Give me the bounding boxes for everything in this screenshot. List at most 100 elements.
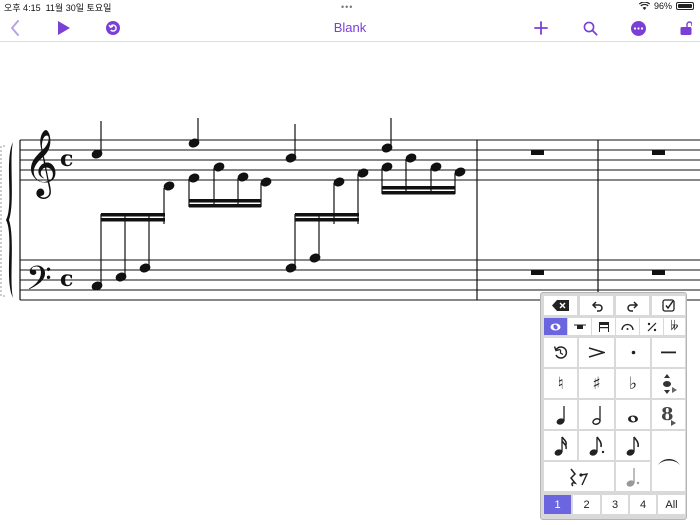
undo-icon: [591, 300, 603, 312]
eighth-note-icon: [626, 436, 639, 456]
search-icon: [583, 21, 597, 35]
plus-icon: [534, 21, 548, 35]
unlock-icon: [680, 21, 692, 35]
note: [163, 181, 175, 191]
tuplet-button[interactable]: 8: [652, 400, 685, 429]
staccato-dot-icon: [631, 350, 635, 355]
tab-measures[interactable]: [592, 318, 615, 335]
treble-clef-icon: 𝄞: [24, 128, 58, 199]
sixteenth-note-button[interactable]: [544, 431, 577, 460]
tab-rests[interactable]: [568, 318, 591, 335]
rest-icon: [573, 324, 586, 329]
dotted-half-button[interactable]: [616, 462, 650, 491]
battery-icon: [676, 2, 694, 10]
selection-bracket: [0, 145, 5, 297]
repeat-last-button[interactable]: [544, 338, 577, 367]
voice-button-4[interactable]: 4: [630, 495, 656, 514]
select-check-icon: [662, 299, 675, 312]
sharp-icon: ♯: [592, 373, 601, 394]
tuplet-icon: 8: [661, 404, 676, 426]
note: [357, 168, 369, 178]
pitch-arrows-icon: [662, 373, 677, 394]
play-icon: [58, 21, 70, 35]
whole-rest: [652, 150, 665, 155]
eighth-note-button[interactable]: [616, 431, 650, 460]
undo-history-button[interactable]: [102, 14, 124, 42]
flat-button[interactable]: ♭: [616, 369, 650, 398]
slash-icon: [647, 322, 656, 331]
tab-accidentals[interactable]: 𝄫: [664, 318, 685, 335]
more-icon: [630, 20, 646, 36]
quarter-note-button[interactable]: [544, 400, 577, 429]
whole-note-button[interactable]: [616, 400, 650, 429]
note: [454, 167, 466, 177]
wifi-icon: [638, 2, 650, 10]
rest-symbols-icon: [569, 468, 589, 487]
quarter-note-icon: [556, 405, 565, 425]
more-button[interactable]: [627, 14, 649, 42]
staccato-button[interactable]: [616, 338, 650, 367]
voice-button-1[interactable]: 1: [544, 495, 571, 514]
voice-button-all[interactable]: All: [658, 495, 685, 514]
rest-combo-button[interactable]: [544, 462, 614, 491]
tenuto-button[interactable]: [652, 338, 685, 367]
whole-note-icon: [628, 415, 638, 422]
battery-percent: 96%: [653, 1, 672, 11]
tenuto-icon: [661, 351, 676, 354]
note: [430, 162, 442, 172]
note: [405, 153, 417, 163]
pitch-updown-button[interactable]: [652, 369, 685, 398]
whole-note-icon: [550, 323, 561, 330]
whole-rest: [531, 150, 544, 155]
redo-button[interactable]: [616, 296, 649, 315]
measure-icon: [598, 321, 609, 332]
double-flat-icon: 𝄫: [670, 319, 679, 334]
half-note-button[interactable]: [579, 400, 614, 429]
note: [333, 177, 345, 187]
rotate-icon: [553, 346, 568, 359]
lock-button[interactable]: [676, 14, 696, 42]
multitasking-dots[interactable]: •••: [341, 2, 353, 12]
undo-circle-icon: [106, 21, 120, 35]
app-window: 오후 4:15 11월 30일 토요일 ••• 96% Blank 𝄞 𝄢 c …: [0, 0, 700, 525]
delete-icon: [551, 300, 569, 311]
tab-articulations[interactable]: [616, 318, 639, 335]
note-palette: 𝄫 ♮ ♯ ♭ 8 1 2 3 4 All: [540, 292, 687, 520]
back-button[interactable]: [4, 14, 26, 42]
status-time: 오후 4:15: [4, 3, 41, 13]
redo-icon: [626, 300, 638, 312]
tab-notes[interactable]: [544, 318, 567, 335]
treble-upper-voice: [91, 118, 393, 163]
natural-icon: ♮: [557, 373, 564, 394]
sharp-button[interactable]: ♯: [579, 369, 614, 398]
select-mode-button[interactable]: [652, 296, 685, 315]
voice-button-3[interactable]: 3: [602, 495, 628, 514]
tie-icon: [657, 459, 680, 465]
add-button[interactable]: [530, 14, 552, 42]
play-button[interactable]: [52, 14, 76, 42]
natural-button[interactable]: ♮: [544, 369, 577, 398]
navigation-bar: [0, 14, 700, 42]
flat-icon: ♭: [628, 373, 638, 394]
tie-slur-button[interactable]: [652, 431, 685, 491]
undo-button[interactable]: [580, 296, 613, 315]
accent-button[interactable]: [579, 338, 614, 367]
half-note-icon: [591, 405, 601, 425]
dotted-eighth-button[interactable]: [579, 431, 614, 460]
tab-tuplets[interactable]: [640, 318, 663, 335]
note: [213, 162, 225, 172]
common-time-bass: c: [60, 266, 73, 292]
delete-button[interactable]: [544, 296, 577, 315]
grand-staff-brace: [6, 142, 13, 298]
bass-clef-icon: 𝄢: [26, 260, 52, 306]
search-button[interactable]: [579, 14, 601, 42]
status-date: 11월 30일 토요일: [45, 3, 112, 13]
voice-button-2[interactable]: 2: [573, 495, 600, 514]
eighth-note-icon: [589, 436, 604, 456]
note: [260, 177, 272, 187]
status-time-date: 오후 4:15 11월 30일 토요일: [4, 1, 111, 14]
whole-rest: [531, 270, 544, 275]
accent-icon: [588, 347, 605, 358]
status-bar: 오후 4:15 11월 30일 토요일 ••• 96%: [0, 0, 700, 14]
sixteenth-note-icon: [554, 436, 567, 456]
